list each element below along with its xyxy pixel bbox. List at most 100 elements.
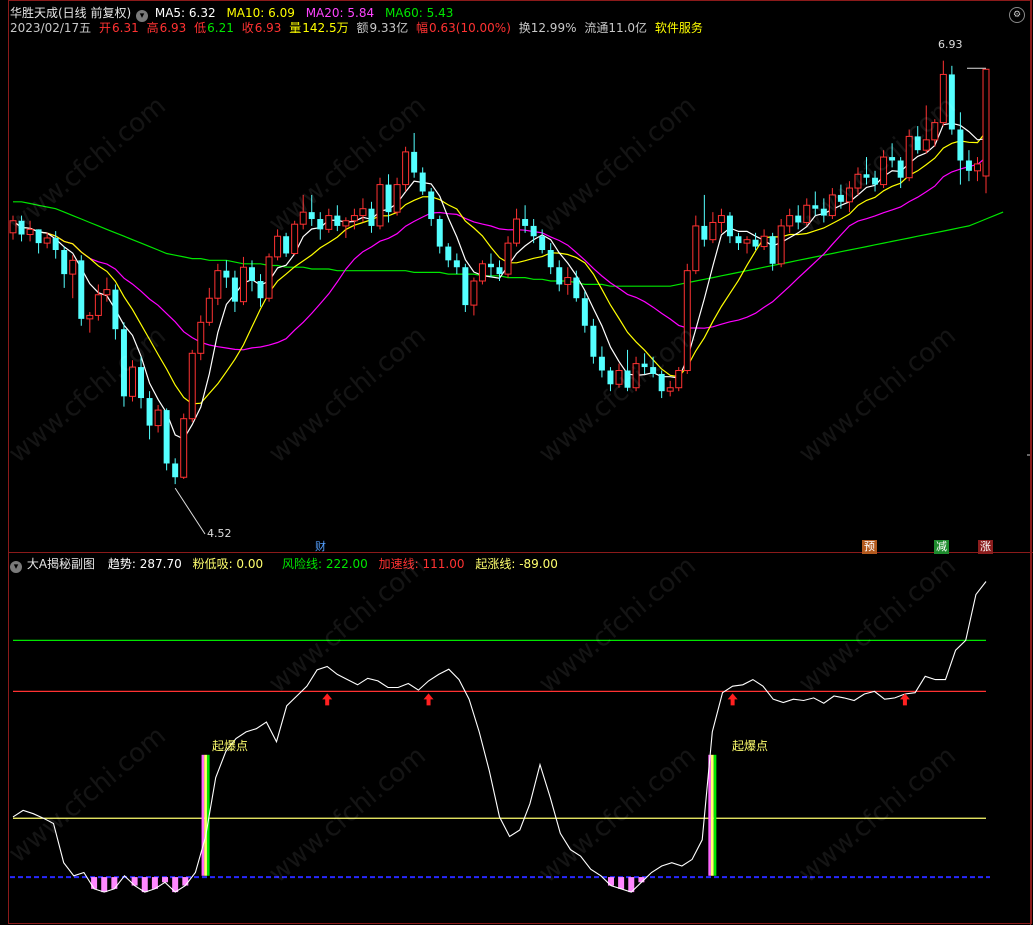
amt-label: 额 bbox=[356, 21, 369, 35]
trend-line bbox=[12, 581, 987, 893]
candle-body bbox=[939, 73, 947, 124]
candle-body bbox=[86, 314, 94, 320]
candle-body bbox=[717, 215, 725, 223]
chg-value: 0.63(10.00%) bbox=[429, 21, 511, 35]
candle-body bbox=[709, 221, 717, 241]
candle-body bbox=[803, 204, 811, 223]
candle-body bbox=[760, 235, 768, 248]
candle-body bbox=[547, 250, 554, 268]
ma5-line bbox=[12, 122, 987, 440]
sub-header: ▾ 大A揭秘副图 趋势: 287.70 粉低吸: 0.00 风险线: 222.0… bbox=[10, 557, 559, 573]
candle-body bbox=[905, 135, 913, 179]
candle-body bbox=[274, 235, 282, 258]
candle-body bbox=[965, 160, 972, 171]
candle-body bbox=[163, 410, 170, 464]
candle-body bbox=[598, 356, 605, 371]
candle-body bbox=[786, 215, 794, 227]
candle-body bbox=[564, 277, 572, 285]
candle-body bbox=[692, 225, 700, 272]
yu-event-badge[interactable]: 预 bbox=[862, 540, 877, 554]
candle-body bbox=[462, 267, 469, 306]
candle-body bbox=[641, 363, 648, 368]
candle-body bbox=[112, 289, 119, 330]
candle-body bbox=[214, 270, 222, 299]
candle-body bbox=[666, 387, 674, 392]
candle-body bbox=[982, 68, 990, 177]
open-label: 开 bbox=[99, 21, 112, 35]
candle-body bbox=[863, 174, 870, 178]
candle-body bbox=[248, 267, 255, 281]
close-value: 6.93 bbox=[254, 21, 282, 35]
sub-dropdown-icon[interactable]: ▾ bbox=[10, 561, 22, 573]
risk-label: 风险线: 222.00 bbox=[281, 557, 368, 571]
candle-body bbox=[872, 177, 879, 185]
sector-link[interactable]: 软件服务 bbox=[655, 21, 703, 35]
candle-body bbox=[530, 225, 537, 237]
ma60-label: MA60: 5.43 bbox=[384, 6, 454, 20]
candle-body bbox=[411, 151, 418, 173]
sub-title[interactable]: 大A揭秘副图 bbox=[27, 557, 95, 571]
high-value: 6.93 bbox=[159, 21, 187, 35]
candle-body bbox=[701, 225, 708, 240]
candle-body bbox=[103, 289, 111, 296]
pink-bar bbox=[618, 877, 625, 889]
candle-body bbox=[172, 463, 179, 478]
chg-label: 幅 bbox=[416, 21, 429, 35]
low-price-label: 4.52 bbox=[207, 527, 232, 540]
chart-border bbox=[8, 0, 1032, 924]
low-pointer bbox=[174, 487, 206, 535]
float-value: 流通11.0亿 bbox=[584, 21, 648, 35]
candle-body bbox=[581, 298, 588, 326]
candle-body bbox=[973, 163, 981, 172]
candle-body bbox=[795, 215, 802, 223]
candle-body bbox=[470, 280, 478, 306]
candle-body bbox=[120, 329, 127, 397]
rise-label: 起涨线: -89.00 bbox=[475, 557, 558, 571]
pink-label: 粉低吸: 0.00 bbox=[192, 557, 264, 571]
jian-event-badge[interactable]: 减 bbox=[934, 540, 949, 554]
candle-body bbox=[650, 367, 657, 374]
low-label: 低 bbox=[194, 21, 207, 35]
trend-label: 趋势: 287.70 bbox=[107, 557, 182, 571]
candle-body bbox=[18, 220, 25, 235]
turnover-value: 换12.99% bbox=[518, 21, 577, 35]
main-header: 华胜天成(日线 前复权) ▾ MA5: 6.32 MA10: 6.09 MA20… bbox=[10, 6, 454, 22]
candle-body bbox=[368, 208, 375, 226]
candle-body bbox=[265, 256, 273, 299]
candle-body bbox=[453, 260, 460, 268]
candle-body bbox=[138, 367, 145, 399]
candle-body bbox=[317, 219, 324, 230]
candle-body bbox=[590, 325, 597, 357]
candle-body bbox=[393, 184, 401, 213]
quote-line: 2023/02/17五 开6.31 高6.93 低6.21 收6.93 量142… bbox=[10, 21, 704, 35]
pink-bar bbox=[101, 877, 108, 893]
signal-bar bbox=[201, 754, 205, 876]
candle-body bbox=[180, 418, 188, 478]
candle-body bbox=[299, 211, 307, 225]
main-chart bbox=[8, 0, 1033, 925]
up-arrow-icon bbox=[727, 693, 738, 706]
main-title[interactable]: 华胜天成(日线 前复权) bbox=[10, 6, 131, 20]
vol-value: 142.5万 bbox=[302, 21, 349, 35]
candle-body bbox=[820, 208, 827, 216]
candle-body bbox=[188, 352, 196, 420]
cai-event-badge[interactable]: 财 bbox=[313, 540, 328, 554]
zhang-event-badge[interactable]: 涨 bbox=[978, 540, 993, 554]
signal-label-2: 起爆点 bbox=[732, 739, 769, 753]
candle-body bbox=[607, 370, 614, 385]
candle-body bbox=[777, 225, 785, 265]
candle-body bbox=[334, 215, 341, 226]
candle-body bbox=[52, 237, 59, 251]
settings-icon[interactable]: ⚙ bbox=[1009, 7, 1025, 23]
candle-body bbox=[9, 220, 17, 234]
pink-bar bbox=[111, 877, 118, 889]
up-arrow-icon bbox=[322, 693, 333, 706]
candle-body bbox=[257, 281, 264, 299]
ma5-label: MA5: 6.32 bbox=[154, 6, 216, 20]
candle-body bbox=[154, 409, 162, 427]
candle-body bbox=[69, 259, 77, 275]
pink-bar bbox=[182, 877, 189, 886]
candle-body bbox=[283, 236, 290, 254]
quote-date: 2023/02/17五 bbox=[10, 21, 92, 35]
candle-body bbox=[522, 219, 529, 226]
